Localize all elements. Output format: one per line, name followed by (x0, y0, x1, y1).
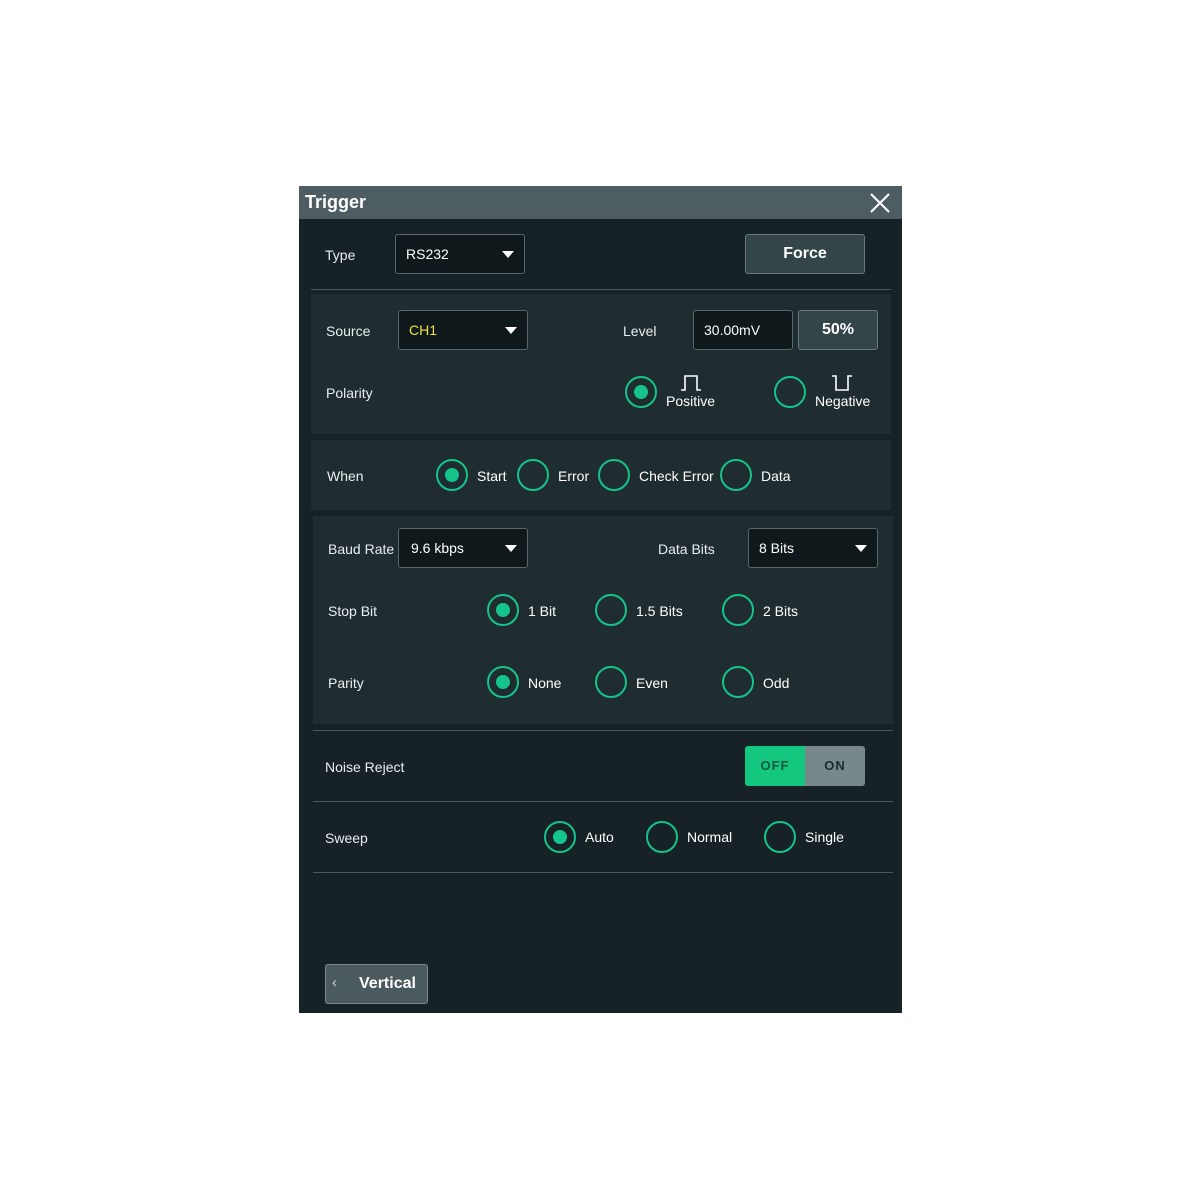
radio-parity-even[interactable] (595, 666, 627, 698)
data-label[interactable]: Data (761, 468, 791, 484)
when-label: When (327, 468, 364, 484)
toggle-on-option[interactable]: ON (805, 746, 865, 786)
type-dropdown[interactable]: RS232 (395, 234, 525, 274)
parity-odd-label[interactable]: Odd (763, 675, 789, 691)
fifty-percent-button[interactable]: 50% (798, 310, 878, 350)
radio-error[interactable] (517, 459, 549, 491)
data-bits-value: 8 Bits (759, 540, 795, 556)
radio-1-bit[interactable] (487, 594, 519, 626)
parity-none-label[interactable]: None (528, 675, 561, 691)
radio-check-error[interactable] (598, 459, 630, 491)
noise-reject-label: Noise Reject (325, 759, 405, 775)
toggle-off-option[interactable]: OFF (745, 746, 805, 786)
check-error-label[interactable]: Check Error (639, 468, 714, 484)
radio-sweep-normal[interactable] (646, 821, 678, 853)
positive-pulse-icon (681, 375, 701, 391)
chevron-down-icon (502, 251, 514, 258)
sweep-normal-label[interactable]: Normal (687, 829, 732, 845)
type-label: Type (325, 247, 356, 263)
positive-label[interactable]: Positive (666, 393, 715, 409)
one-bit-label[interactable]: 1 Bit (528, 603, 556, 619)
level-value: 30.00mV (704, 322, 761, 338)
vertical-back-button[interactable]: ‹ Vertical (325, 964, 428, 1004)
title-bar: Trigger (299, 186, 902, 219)
divider (311, 289, 891, 290)
radio-sweep-auto[interactable] (544, 821, 576, 853)
one-five-bits-label[interactable]: 1.5 Bits (636, 603, 683, 619)
chevron-down-icon (505, 327, 517, 334)
negative-label[interactable]: Negative (815, 393, 870, 409)
divider (313, 730, 893, 731)
error-label[interactable]: Error (558, 468, 589, 484)
vertical-back-label: Vertical (359, 975, 416, 992)
data-bits-dropdown[interactable]: 8 Bits (748, 528, 878, 568)
radio-negative[interactable] (774, 376, 806, 408)
level-input[interactable]: 30.00mV (693, 310, 793, 350)
source-dropdown[interactable]: CH1 (398, 310, 528, 350)
start-label[interactable]: Start (477, 468, 507, 484)
radio-parity-odd[interactable] (722, 666, 754, 698)
force-button[interactable]: Force (745, 234, 865, 274)
noise-reject-toggle[interactable]: OFF ON (745, 746, 865, 786)
baud-rate-dropdown[interactable]: 9.6 kbps (398, 528, 528, 568)
parity-even-label[interactable]: Even (636, 675, 668, 691)
sweep-auto-label[interactable]: Auto (585, 829, 614, 845)
divider (313, 872, 893, 873)
level-label: Level (623, 323, 657, 339)
chevron-down-icon (505, 545, 517, 552)
radio-start[interactable] (436, 459, 468, 491)
divider (313, 801, 893, 802)
source-label: Source (326, 323, 371, 339)
stop-bit-label: Stop Bit (328, 603, 378, 619)
negative-pulse-icon (832, 375, 852, 391)
radio-positive[interactable] (625, 376, 657, 408)
parity-label: Parity (328, 675, 364, 691)
radio-sweep-single[interactable] (764, 821, 796, 853)
radio-2-bits[interactable] (722, 594, 754, 626)
type-value: RS232 (406, 246, 449, 262)
radio-parity-none[interactable] (487, 666, 519, 698)
polarity-label: Polarity (326, 385, 373, 401)
baud-rate-value: 9.6 kbps (411, 540, 464, 556)
chevron-left-icon: ‹ (332, 974, 337, 991)
trigger-panel: Trigger Type RS232 Force Source CH1 Leve… (299, 186, 902, 1013)
chevron-down-icon (855, 545, 867, 552)
source-value: CH1 (409, 322, 438, 338)
radio-1-5-bits[interactable] (595, 594, 627, 626)
sweep-label: Sweep (325, 830, 368, 846)
close-icon[interactable] (868, 191, 892, 215)
sweep-single-label[interactable]: Single (805, 829, 844, 845)
data-bits-label: Data Bits (658, 541, 715, 557)
window-title: Trigger (305, 192, 367, 212)
baud-rate-label: Baud Rate (328, 541, 395, 557)
two-bits-label[interactable]: 2 Bits (763, 603, 798, 619)
radio-data[interactable] (720, 459, 752, 491)
